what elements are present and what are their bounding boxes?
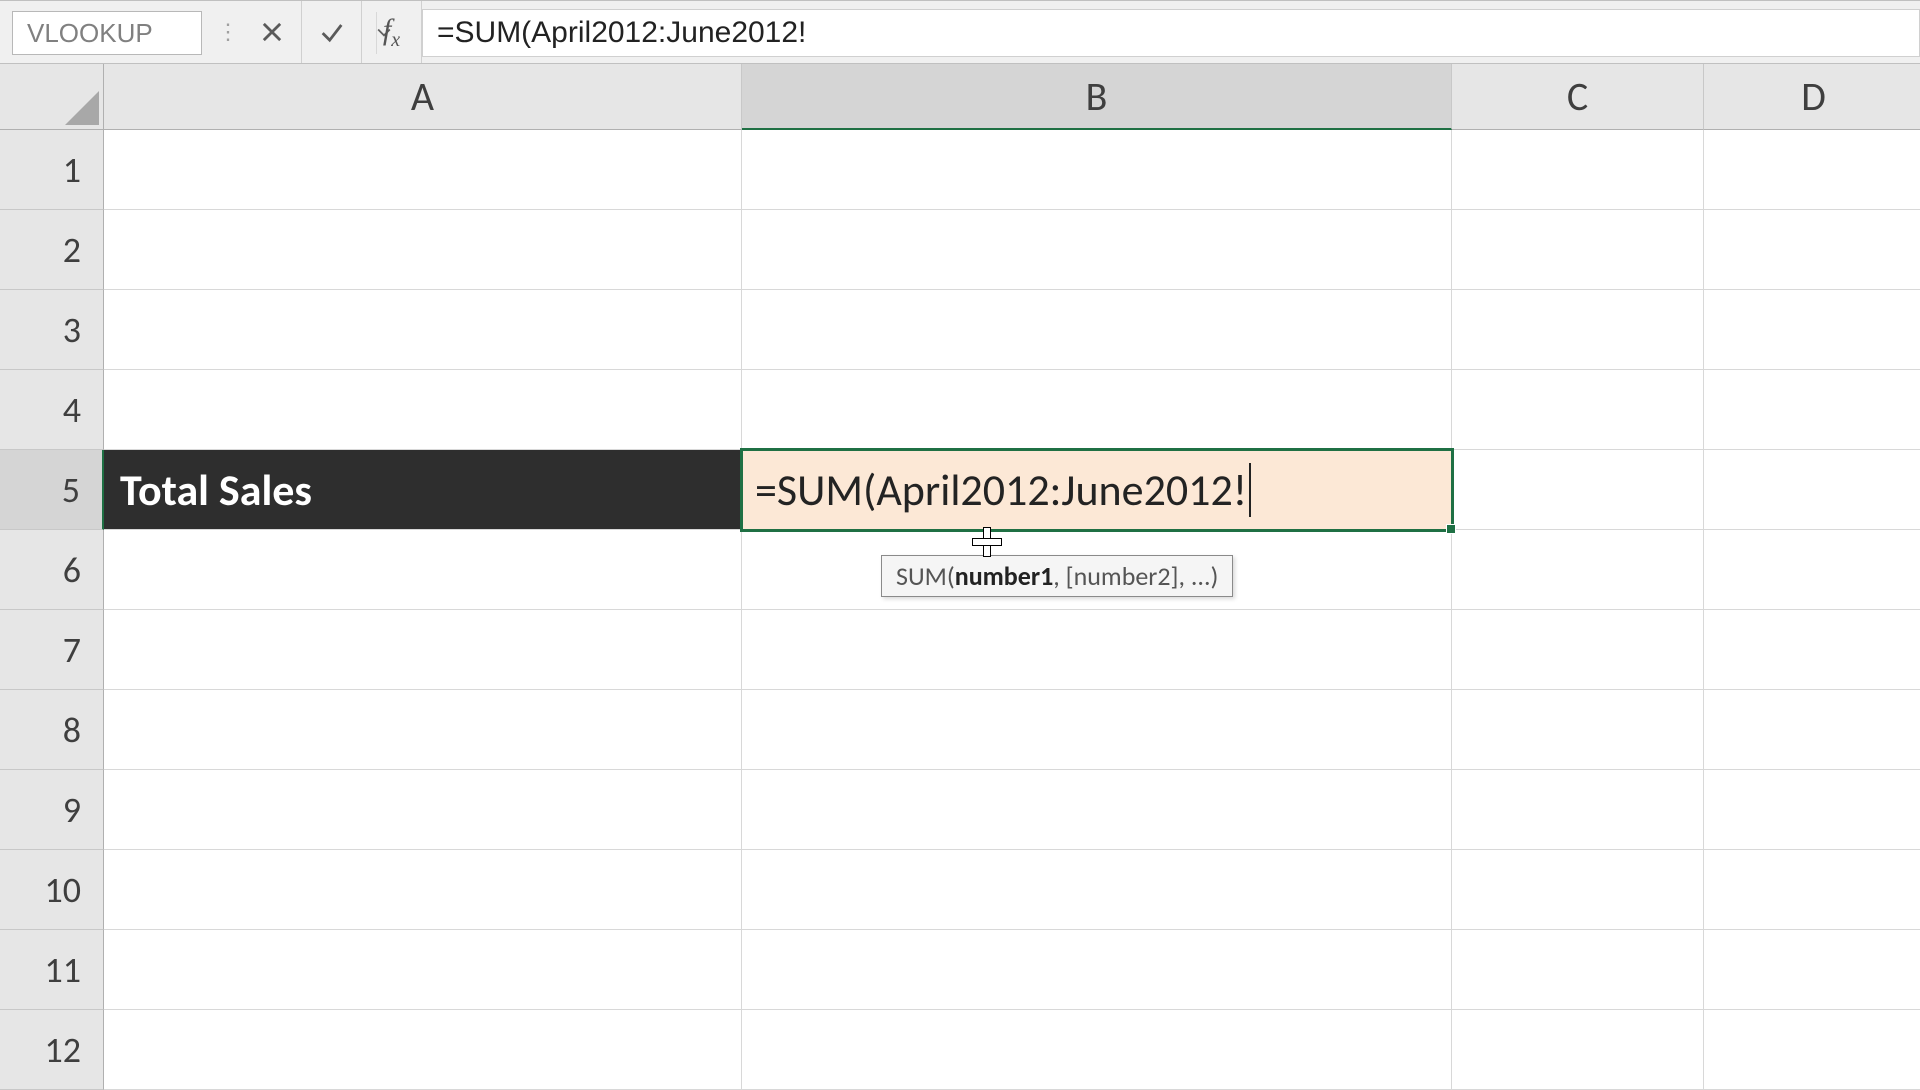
cell-C9[interactable] bbox=[1452, 770, 1704, 850]
cancel-formula-button[interactable] bbox=[242, 1, 302, 63]
column-header-A[interactable]: A bbox=[104, 64, 742, 130]
cell-D9[interactable] bbox=[1704, 770, 1920, 850]
cell-C8[interactable] bbox=[1452, 690, 1704, 770]
column-headers: ABCD bbox=[104, 64, 1920, 130]
resize-grip-icon: ⋮ bbox=[214, 1, 242, 63]
column-header-B[interactable]: B bbox=[742, 64, 1452, 130]
formula-input[interactable] bbox=[422, 9, 1920, 57]
cell-D5[interactable] bbox=[1704, 450, 1920, 530]
cell-B5-formula-text: =SUM(April2012:June2012! bbox=[755, 463, 1247, 517]
fill-handle[interactable] bbox=[1446, 524, 1456, 534]
cell-C10[interactable] bbox=[1452, 850, 1704, 930]
cell-B8[interactable] bbox=[742, 690, 1452, 770]
name-box[interactable] bbox=[12, 11, 202, 55]
cell-C11[interactable] bbox=[1452, 930, 1704, 1010]
cell-D3[interactable] bbox=[1704, 290, 1920, 370]
cell-A10[interactable] bbox=[104, 850, 742, 930]
x-icon bbox=[258, 18, 286, 46]
cell-B3[interactable] bbox=[742, 290, 1452, 370]
cell-B5-editing[interactable]: =SUM(April2012:June2012! bbox=[740, 448, 1454, 532]
cell-D10[interactable] bbox=[1704, 850, 1920, 930]
select-all-triangle[interactable] bbox=[0, 64, 104, 130]
cell-B12[interactable] bbox=[742, 1010, 1452, 1090]
cell-D2[interactable] bbox=[1704, 210, 1920, 290]
row-header-7[interactable]: 7 bbox=[0, 610, 104, 690]
cell-A9[interactable] bbox=[104, 770, 742, 850]
text-caret bbox=[1249, 463, 1251, 517]
cell-D12[interactable] bbox=[1704, 1010, 1920, 1090]
cell-A7[interactable] bbox=[104, 610, 742, 690]
cell-C1[interactable] bbox=[1452, 130, 1704, 210]
cell-C3[interactable] bbox=[1452, 290, 1704, 370]
cell-B9[interactable] bbox=[742, 770, 1452, 850]
formula-bar: ⋮ fx bbox=[0, 0, 1920, 64]
tooltip-rest: , [number2], ...) bbox=[1053, 560, 1218, 592]
cell-C7[interactable] bbox=[1452, 610, 1704, 690]
cell-B7[interactable] bbox=[742, 610, 1452, 690]
cell-C4[interactable] bbox=[1452, 370, 1704, 450]
cell-B1[interactable] bbox=[742, 130, 1452, 210]
row-header-10[interactable]: 10 bbox=[0, 850, 104, 930]
cell-B10[interactable] bbox=[742, 850, 1452, 930]
cell-A2[interactable] bbox=[104, 210, 742, 290]
row-header-8[interactable]: 8 bbox=[0, 690, 104, 770]
cell-C6[interactable] bbox=[1452, 530, 1704, 610]
cell-D6[interactable] bbox=[1704, 530, 1920, 610]
cell-A11[interactable] bbox=[104, 930, 742, 1010]
cell-A8[interactable] bbox=[104, 690, 742, 770]
cell-D4[interactable] bbox=[1704, 370, 1920, 450]
cell-B2[interactable] bbox=[742, 210, 1452, 290]
row-header-9[interactable]: 9 bbox=[0, 770, 104, 850]
cell-A1[interactable] bbox=[104, 130, 742, 210]
cell-A5[interactable]: Total Sales bbox=[104, 450, 742, 530]
tooltip-fn: SUM( bbox=[896, 560, 955, 592]
row-header-2[interactable]: 2 bbox=[0, 210, 104, 290]
cell-A12[interactable] bbox=[104, 1010, 742, 1090]
tooltip-current-arg[interactable]: number1 bbox=[955, 560, 1054, 592]
cell-A6[interactable] bbox=[104, 530, 742, 610]
spreadsheet-cells: Total Sales=SUM(April2012:June2012! bbox=[104, 130, 818, 214]
cell-D1[interactable] bbox=[1704, 130, 1920, 210]
column-header-D[interactable]: D bbox=[1704, 64, 1920, 130]
row-header-4[interactable]: 4 bbox=[0, 370, 104, 450]
row-header-6[interactable]: 6 bbox=[0, 530, 104, 610]
cell-A3[interactable] bbox=[104, 290, 742, 370]
row-header-12[interactable]: 12 bbox=[0, 1010, 104, 1090]
row-header-3[interactable]: 3 bbox=[0, 290, 104, 370]
cell-D8[interactable] bbox=[1704, 690, 1920, 770]
row-header-1[interactable]: 1 bbox=[0, 130, 104, 210]
cell-B11[interactable] bbox=[742, 930, 1452, 1010]
enter-formula-button[interactable] bbox=[302, 1, 362, 63]
row-header-5[interactable]: 5 bbox=[0, 450, 104, 530]
cell-A4[interactable] bbox=[104, 370, 742, 450]
formula-argument-tooltip[interactable]: SUM(number1, [number2], ...) bbox=[881, 555, 1233, 597]
cell-D7[interactable] bbox=[1704, 610, 1920, 690]
column-header-C[interactable]: C bbox=[1452, 64, 1704, 130]
cell-B4[interactable] bbox=[742, 370, 1452, 450]
cell-C5[interactable] bbox=[1452, 450, 1704, 530]
cell-C12[interactable] bbox=[1452, 1010, 1704, 1090]
row-header-11[interactable]: 11 bbox=[0, 930, 104, 1010]
insert-function-button[interactable]: fx bbox=[362, 1, 422, 63]
fx-icon: fx bbox=[383, 13, 400, 52]
cell-D11[interactable] bbox=[1704, 930, 1920, 1010]
check-icon bbox=[318, 18, 346, 46]
row-headers: 123456789101112 bbox=[0, 130, 104, 1090]
cell-C2[interactable] bbox=[1452, 210, 1704, 290]
